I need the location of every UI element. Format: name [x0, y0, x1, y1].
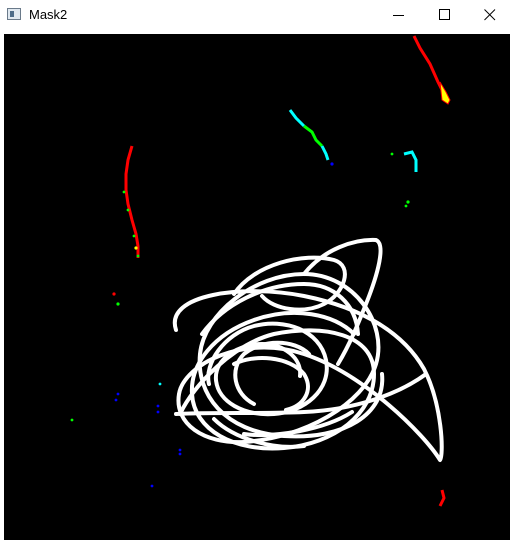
- window-client-area: [1, 31, 511, 541]
- mask2-window: Mask2: [0, 0, 512, 542]
- app-icon[interactable]: [7, 8, 21, 20]
- white-scribble: [172, 237, 444, 462]
- mask-image-canvas[interactable]: [4, 34, 510, 540]
- color-blob-right: [390, 150, 418, 208]
- mask-drawing: [70, 35, 451, 507]
- maximize-button[interactable]: [422, 0, 468, 30]
- window-title: Mask2: [29, 7, 68, 22]
- close-icon: [484, 9, 496, 21]
- minimize-icon: [393, 15, 404, 16]
- color-blob-left-arc: [122, 145, 140, 258]
- maximize-icon: [439, 9, 450, 20]
- color-blob-upper-right: [412, 35, 451, 105]
- minimize-button[interactable]: [376, 0, 422, 30]
- close-button[interactable]: [467, 0, 512, 30]
- color-blob-upper-middle: [288, 109, 334, 166]
- title-bar[interactable]: Mask2: [0, 0, 512, 30]
